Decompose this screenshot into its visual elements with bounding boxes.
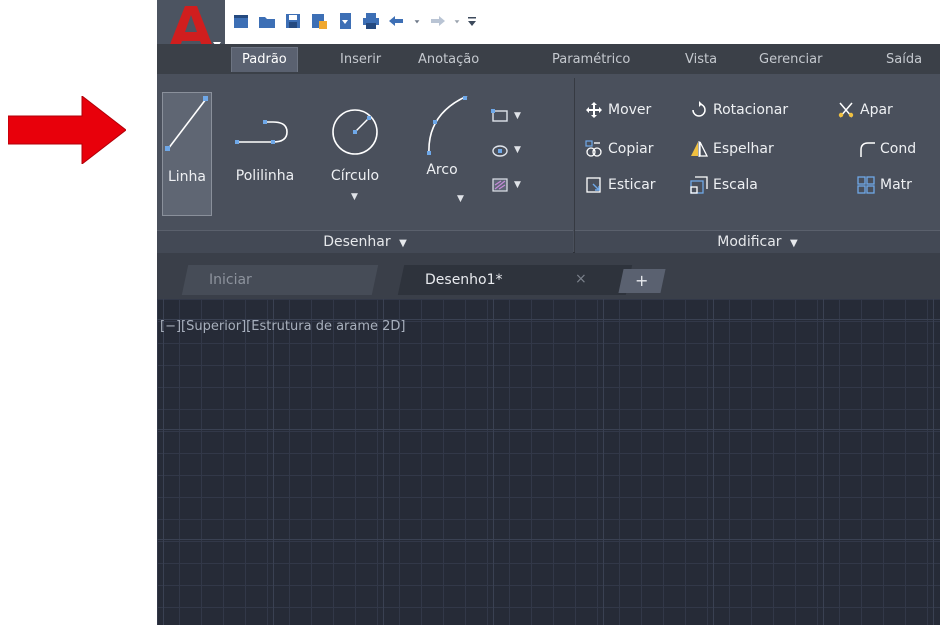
new-file-icon[interactable] bbox=[231, 11, 251, 31]
tab-start[interactable]: Iniciar bbox=[181, 265, 379, 295]
mirror-icon bbox=[691, 141, 708, 157]
rotate-button[interactable]: Rotacionar bbox=[690, 100, 788, 120]
rectangle-icon bbox=[491, 109, 508, 122]
copy-button-label: Copiar bbox=[608, 141, 654, 157]
circle-icon bbox=[332, 109, 378, 155]
modify-panel-title[interactable]: Modificar ▼ bbox=[575, 230, 940, 254]
undo-dropdown-icon[interactable] bbox=[413, 11, 421, 31]
panel-separator bbox=[574, 78, 575, 252]
trim-icon bbox=[838, 102, 854, 118]
redo-dropdown-icon[interactable] bbox=[453, 11, 461, 31]
polyline-icon bbox=[235, 120, 288, 144]
polyline-button[interactable]: Polilinha bbox=[225, 96, 305, 206]
rectangle-dropdown-arrow[interactable]: ▼ bbox=[514, 106, 521, 126]
close-tab-icon[interactable]: × bbox=[575, 271, 587, 287]
circle-dropdown-arrow[interactable]: ▼ bbox=[351, 192, 358, 202]
document-tab-bar: Iniciar Desenho1* × + bbox=[157, 253, 940, 299]
tab-padrao[interactable]: Padrão bbox=[231, 47, 298, 72]
arc-icon bbox=[427, 96, 468, 155]
tab-parametrico[interactable]: Paramétrico bbox=[552, 51, 630, 68]
arc-button-label: Arco bbox=[426, 162, 458, 178]
stretch-button-label: Esticar bbox=[608, 177, 656, 193]
draw-panel-title[interactable]: Desenhar ▼ bbox=[157, 230, 573, 254]
fillet-button-label: Cond bbox=[880, 141, 917, 157]
copy-button[interactable]: Copiar bbox=[585, 139, 653, 159]
plus-icon: + bbox=[635, 271, 649, 290]
tab-drawing1[interactable]: Desenho1* bbox=[397, 265, 633, 295]
line-icon bbox=[165, 96, 208, 151]
customize-dropdown-icon[interactable] bbox=[467, 11, 477, 31]
move-icon bbox=[586, 102, 602, 118]
tab-vista[interactable]: Vista bbox=[685, 51, 717, 68]
circle-button-label: Círculo bbox=[330, 168, 380, 184]
line-button-label: Linha bbox=[167, 169, 206, 185]
hatch-dropdown-arrow[interactable]: ▼ bbox=[514, 175, 521, 195]
arc-button[interactable]: Arco ▼ bbox=[405, 96, 479, 216]
hatch-icon bbox=[492, 178, 508, 192]
scale-button-label: Escala bbox=[713, 177, 758, 193]
print-icon[interactable] bbox=[361, 11, 381, 31]
ellipse-dropdown-arrow[interactable]: ▼ bbox=[514, 140, 521, 160]
array-button-label: Matr bbox=[880, 177, 912, 193]
mirror-button-label: Espelhar bbox=[713, 141, 774, 157]
ribbon-tab-bar: Padrão Inserir Anotação Paramétrico Vist… bbox=[157, 44, 940, 74]
open-folder-icon[interactable] bbox=[257, 11, 277, 31]
hatch-button[interactable]: ▼ bbox=[491, 175, 521, 195]
tab-drawing1-label: Desenho1* bbox=[425, 272, 503, 288]
tab-inserir[interactable]: Inserir bbox=[340, 51, 381, 68]
mirror-button[interactable]: Espelhar bbox=[690, 139, 774, 159]
draw-panel-title-label: Desenhar bbox=[323, 234, 391, 250]
tab-saida[interactable]: Saída bbox=[886, 51, 922, 68]
polyline-button-label: Polilinha bbox=[235, 168, 295, 184]
modify-panel-expand-icon: ▼ bbox=[790, 238, 798, 249]
modify-panel-title-label: Modificar bbox=[717, 234, 782, 250]
undo-icon[interactable] bbox=[387, 11, 407, 31]
drawing-viewport[interactable]: [−][Superior][Estrutura de arame 2D] bbox=[157, 299, 940, 625]
move-button-label: Mover bbox=[608, 102, 652, 118]
red-arrow-annotation bbox=[8, 96, 126, 164]
quick-access-toolbar bbox=[157, 0, 940, 60]
export-icon[interactable] bbox=[335, 11, 355, 31]
trim-button[interactable]: Apar bbox=[837, 100, 893, 120]
rotate-icon bbox=[692, 101, 706, 117]
draw-panel-expand-icon: ▼ bbox=[399, 238, 407, 249]
scale-button[interactable]: Escala bbox=[690, 175, 758, 195]
autocad-window: Padrão Inserir Anotação Paramétrico Vist… bbox=[157, 0, 940, 625]
stretch-button[interactable]: Esticar bbox=[585, 175, 656, 195]
fillet-icon bbox=[860, 142, 875, 157]
array-icon bbox=[857, 176, 875, 194]
copy-icon bbox=[585, 140, 602, 157]
line-button[interactable]: Linha bbox=[162, 92, 212, 216]
save-icon[interactable] bbox=[283, 11, 303, 31]
rotate-button-label: Rotacionar bbox=[713, 102, 789, 118]
array-button[interactable]: Matr bbox=[857, 175, 912, 195]
circle-button[interactable]: Círculo ▼ bbox=[313, 96, 397, 216]
tab-start-label: Iniciar bbox=[209, 272, 252, 288]
trim-button-label: Apar bbox=[860, 102, 893, 118]
rectangle-button[interactable]: ▼ bbox=[491, 106, 521, 126]
save-as-icon[interactable] bbox=[309, 11, 329, 31]
stretch-icon bbox=[586, 177, 601, 193]
fillet-button[interactable]: Cond bbox=[857, 139, 916, 159]
arc-dropdown-arrow[interactable]: ▼ bbox=[457, 194, 464, 204]
new-tab-button[interactable]: + bbox=[618, 269, 666, 293]
scale-icon bbox=[690, 176, 708, 194]
redo-icon[interactable] bbox=[427, 11, 447, 31]
move-button[interactable]: Mover bbox=[585, 100, 651, 120]
tab-gerenciar[interactable]: Gerenciar bbox=[759, 51, 822, 68]
viewport-controls-label[interactable]: [−][Superior][Estrutura de arame 2D] bbox=[160, 319, 406, 334]
hatch-ellipse-button[interactable]: ▼ bbox=[491, 140, 521, 160]
tab-anotacao[interactable]: Anotação bbox=[418, 51, 479, 68]
viewport-grid bbox=[157, 299, 940, 625]
ellipse-icon bbox=[492, 145, 508, 157]
